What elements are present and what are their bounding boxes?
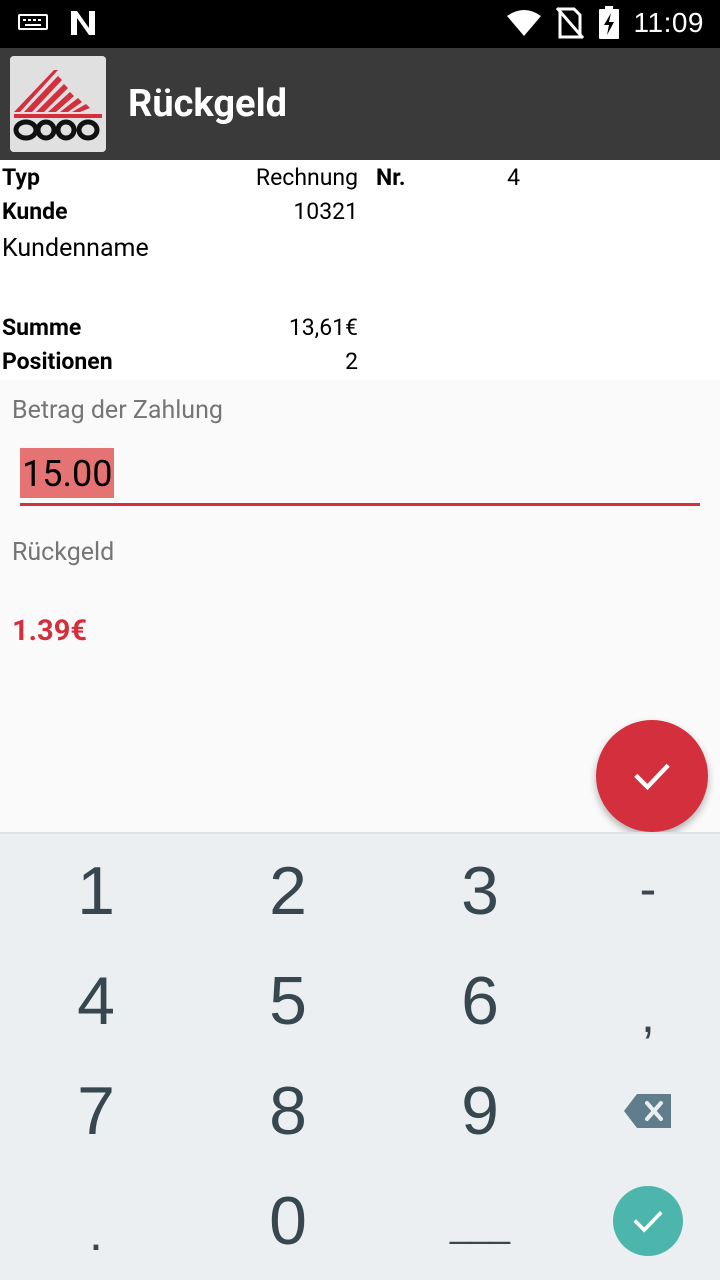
backspace-icon — [624, 1094, 671, 1128]
key-1[interactable]: 1 — [6, 836, 186, 946]
change-value: 1.39€ — [12, 614, 87, 648]
keyboard-icon — [18, 14, 48, 30]
status-right: 11:09 — [506, 6, 705, 40]
document-info: Typ Rechnung Nr. 4 Kunde 10321 Kundennam… — [0, 160, 720, 380]
customer-name: Kundenname — [2, 234, 149, 263]
nr-label: Nr. — [376, 164, 406, 191]
change-label: Rückgeld — [12, 538, 115, 567]
payment-amount-label: Betrag der Zahlung — [12, 396, 223, 425]
app-bar: Rückgeld — [0, 48, 720, 160]
key-9[interactable]: 9 — [390, 1056, 570, 1166]
key-4[interactable]: 4 — [6, 946, 186, 1056]
check-icon — [633, 1210, 663, 1233]
status-bar: 11:09 — [0, 0, 720, 48]
key-6[interactable]: 6 — [390, 946, 570, 1056]
key-0[interactable]: 0 — [198, 1166, 378, 1276]
key-3[interactable]: 3 — [390, 836, 570, 946]
positionen-label: Positionen — [2, 348, 113, 375]
positionen-value: 2 — [345, 348, 358, 375]
check-icon — [634, 763, 670, 791]
status-left — [18, 8, 98, 38]
key-comma[interactable]: , — [558, 960, 720, 1070]
backspace-key[interactable] — [558, 1056, 720, 1166]
battery-charging-icon — [598, 6, 619, 39]
key-dot[interactable]: . — [6, 1178, 186, 1280]
app-title: Rückgeld — [128, 82, 288, 126]
key-8[interactable]: 8 — [198, 1056, 378, 1166]
status-time: 11:09 — [633, 7, 704, 38]
typ-value: Rechnung — [255, 164, 358, 191]
no-sim-icon — [555, 7, 584, 39]
typ-label: Typ — [2, 164, 40, 191]
payment-amount-value[interactable]: 15.00 — [20, 448, 115, 498]
key-2[interactable]: 2 — [198, 836, 378, 946]
notification-n-icon — [71, 11, 95, 35]
key-minus[interactable]: - — [558, 834, 720, 944]
key-5[interactable]: 5 — [198, 946, 378, 1056]
wifi-icon — [506, 10, 541, 36]
kunde-label: Kunde — [2, 198, 68, 225]
enter-key[interactable] — [558, 1166, 720, 1276]
confirm-fab-button[interactable] — [596, 720, 708, 832]
summe-label: Summe — [2, 314, 82, 341]
kunde-value: 10321 — [293, 198, 358, 225]
key-7[interactable]: 7 — [6, 1056, 186, 1166]
key-space[interactable]: ___ — [390, 1170, 570, 1280]
nr-value: 4 — [507, 164, 520, 191]
payment-amount-input[interactable]: 15.00 — [20, 448, 700, 506]
enter-key-circle — [613, 1186, 683, 1256]
app-logo — [10, 56, 106, 152]
numeric-keyboard: 1 2 3 - 4 5 6 , 7 8 9 . 0 ___ — [0, 832, 720, 1280]
summe-value: 13,61€ — [288, 314, 358, 341]
